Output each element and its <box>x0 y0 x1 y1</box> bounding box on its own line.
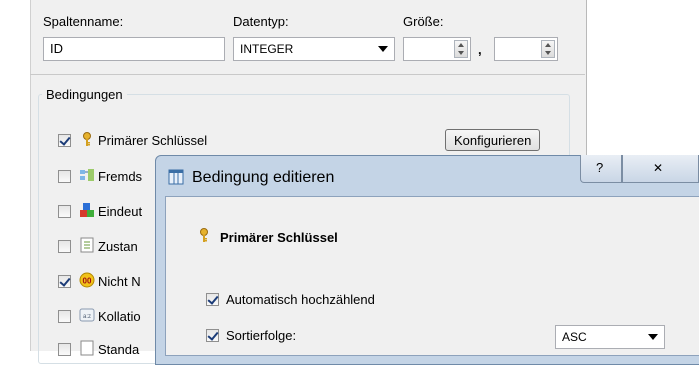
autoincrement-label: Automatisch hochzählend <box>226 292 375 307</box>
table-icon <box>168 169 184 185</box>
help-button[interactable]: ? <box>580 155 622 183</box>
configure-button[interactable]: Konfigurieren <box>445 129 541 151</box>
primary-key-checkbox[interactable] <box>58 134 71 147</box>
collation-icon: a:z <box>79 308 95 322</box>
sort-order-checkbox[interactable] <box>206 329 219 342</box>
dialog-heading: Primärer Schlüssel <box>220 230 338 245</box>
data-type-label: Datentyp: <box>233 14 289 29</box>
size-label: Größe: <box>403 14 444 29</box>
chevron-down-icon <box>378 46 388 52</box>
column-name-input[interactable]: ID <box>43 37 225 61</box>
not-null-checkbox[interactable] <box>58 275 71 288</box>
sort-order-value: ASC <box>562 330 587 344</box>
key-icon <box>83 132 91 146</box>
constraint-label: Fremds <box>98 169 143 184</box>
data-type-select[interactable]: INTEGER <box>233 37 395 61</box>
sort-order-select[interactable]: ASC <box>555 325 665 349</box>
key-icon <box>200 228 208 242</box>
data-type-value: INTEGER <box>240 42 294 56</box>
divider <box>30 74 585 75</box>
unique-icon <box>80 203 94 217</box>
check-condition-icon <box>80 237 94 253</box>
close-button[interactable]: ✕ <box>622 155 699 183</box>
autoincrement-checkbox[interactable] <box>206 293 219 306</box>
not-null-icon: 00 <box>79 272 95 288</box>
sort-order-label: Sortierfolge: <box>226 328 297 343</box>
constraints-group-label: Bedingungen <box>42 87 127 102</box>
constraint-label: Eindeut <box>98 204 143 219</box>
dialog-title: Bedingung editieren <box>192 169 335 186</box>
constraint-label: Zustan <box>98 239 138 254</box>
foreign-key-checkbox[interactable] <box>58 170 71 183</box>
unique-checkbox[interactable] <box>58 205 71 218</box>
spin-arrows-icon[interactable] <box>454 40 468 58</box>
column-name-label: Spaltenname: <box>43 14 124 29</box>
help-icon: ? <box>596 160 604 175</box>
foreign-key-icon <box>80 169 94 181</box>
svg-text:00: 00 <box>83 277 92 286</box>
constraint-label: Standa <box>98 342 140 357</box>
constraint-label: Primärer Schlüssel <box>98 133 208 148</box>
size-spinbox[interactable] <box>403 37 471 61</box>
spin-arrows-icon[interactable] <box>541 40 555 58</box>
collation-checkbox[interactable] <box>58 310 71 323</box>
default-icon <box>80 340 94 356</box>
close-icon: ✕ <box>653 161 664 175</box>
svg-text:a:z: a:z <box>83 314 91 320</box>
size-separator: , <box>478 42 482 57</box>
check-constraint-checkbox[interactable] <box>58 240 71 253</box>
default-checkbox[interactable] <box>58 343 71 356</box>
constraint-label: Nicht N <box>98 274 141 289</box>
scale-spinbox[interactable] <box>494 37 558 61</box>
chevron-down-icon <box>648 334 658 340</box>
constraint-label: Kollatio <box>98 309 141 324</box>
